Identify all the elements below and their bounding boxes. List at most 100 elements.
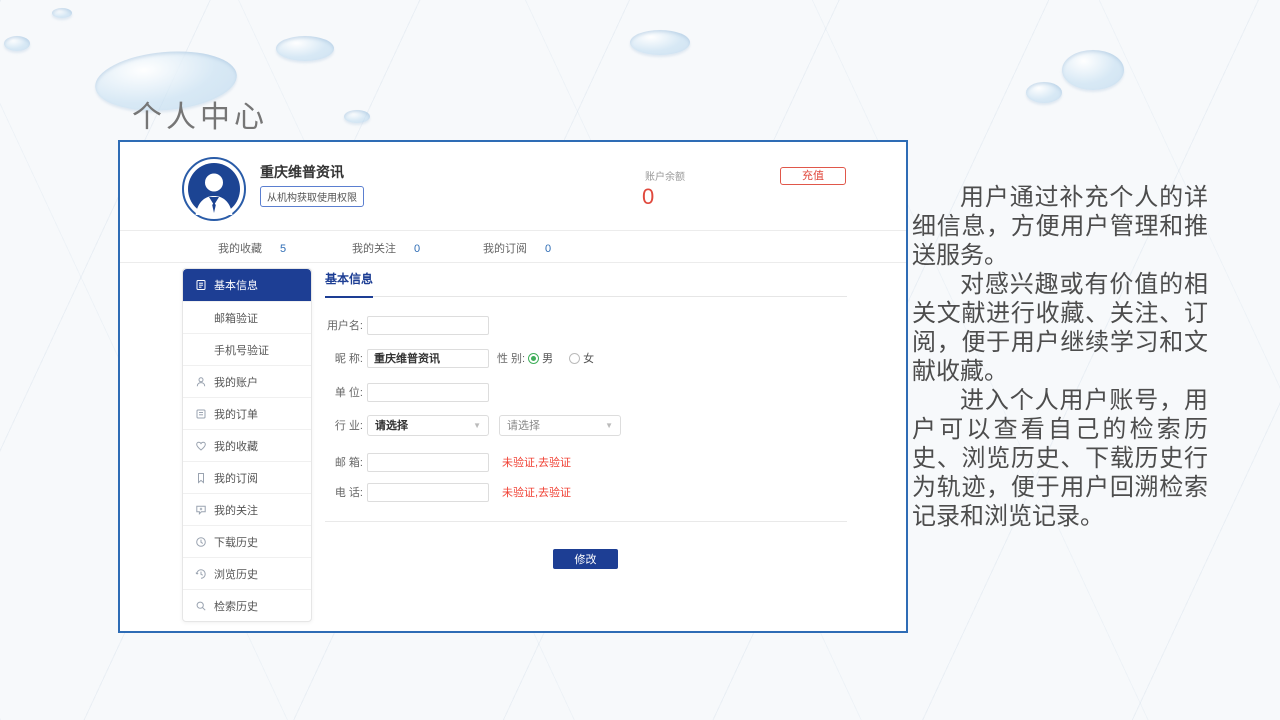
industry-select-1-value: 请选择	[375, 417, 408, 433]
sidebar-item-label: 我的订单	[214, 406, 258, 422]
email-label: 邮 箱:	[325, 454, 363, 470]
watercolor-blob	[4, 36, 30, 51]
description-paragraph: 进入个人用户账号，用户可以查看自己的检索历史、浏览历史、下载历史行为轨迹，便于用…	[912, 386, 1208, 531]
email-input[interactable]	[367, 453, 489, 472]
form-row-unit: 单 位:	[325, 382, 489, 402]
stat-label: 我的关注	[352, 243, 396, 255]
divider	[325, 521, 847, 522]
personal-center-screenshot: 重庆维普资讯 从机构获取使用权限 账户余额 0 充值 我的收藏 5 我的关注 0 我…	[118, 140, 908, 633]
username-label: 用户名:	[325, 317, 363, 333]
phone-label: 电 话:	[325, 484, 363, 500]
document-icon	[195, 279, 207, 291]
stat-label: 我的订阅	[483, 243, 527, 255]
sidebar-item-my-subscriptions[interactable]: 我的订阅	[183, 461, 311, 493]
watercolor-blob	[1026, 82, 1062, 103]
sidebar-item-search-history[interactable]: 检索历史	[183, 589, 311, 621]
search-history-icon	[195, 600, 207, 612]
avatar	[182, 157, 246, 221]
stat-my-follows[interactable]: 我的关注 0	[352, 240, 420, 256]
page-title: 个人中心	[132, 92, 268, 136]
clock-history-icon	[195, 568, 207, 580]
basic-info-panel: 基本信息 用户名: 昵 称: 性 别: 男 女 单 位:	[325, 268, 847, 297]
chevron-down-icon: ▼	[605, 421, 613, 430]
sidebar-item-my-favorites[interactable]: 我的收藏	[183, 429, 311, 461]
stat-value: 0	[414, 243, 420, 255]
gender-male-label: 男	[542, 350, 553, 366]
modify-button[interactable]: 修改	[553, 549, 618, 569]
balance-value: 0	[642, 184, 654, 210]
stat-label: 我的收藏	[218, 243, 262, 255]
sidebar-item-label: 浏览历史	[214, 566, 258, 582]
sidebar-item-phone-verify[interactable]: 手机号验证	[183, 333, 311, 365]
stat-my-subscriptions[interactable]: 我的订阅 0	[483, 240, 551, 256]
stat-value: 0	[545, 243, 551, 255]
username-input[interactable]	[367, 316, 489, 335]
order-icon	[195, 408, 207, 420]
tab-basic-info[interactable]: 基本信息	[325, 270, 373, 298]
watercolor-blob	[1062, 50, 1124, 90]
sidebar-item-my-account[interactable]: 我的账户	[183, 365, 311, 397]
sidebar-item-label: 我的收藏	[214, 438, 258, 454]
industry-select-1[interactable]: 请选择 ▼	[367, 415, 489, 436]
divider	[120, 230, 906, 231]
bookmark-icon	[195, 472, 207, 484]
gender-female-radio[interactable]	[569, 353, 580, 364]
industry-label: 行 业:	[325, 417, 363, 433]
gender-label: 性 别:	[497, 350, 525, 366]
tab-row: 基本信息	[325, 268, 847, 297]
sidebar-item-download-history[interactable]: 下载历史	[183, 525, 311, 557]
slide: 个人中心 重庆维普资讯 从机构获取使用权限 账户余额 0 充值 我的收藏 5 我的…	[0, 0, 1280, 720]
industry-select-2-value: 请选择	[507, 417, 540, 433]
form-row-email: 邮 箱: 未验证,去验证	[325, 452, 571, 472]
sidebar-item-label: 我的账户	[214, 374, 258, 390]
sidebar-item-label: 基本信息	[214, 277, 258, 293]
form-row-industry: 行 业: 请选择 ▼ 请选择 ▼	[325, 415, 621, 435]
profile-name: 重庆维普资讯	[260, 162, 344, 182]
sidebar-item-basic-info[interactable]: 基本信息	[183, 269, 311, 301]
email-unverified-link[interactable]: 未验证,去验证	[502, 454, 571, 470]
stat-my-favorites[interactable]: 我的收藏 5	[218, 240, 286, 256]
nickname-label: 昵 称:	[325, 350, 363, 366]
sidebar-item-label: 手机号验证	[214, 342, 269, 358]
form-row-nickname: 昵 称: 性 别: 男 女	[325, 348, 594, 368]
user-icon	[195, 376, 207, 388]
form-row-username: 用户名:	[325, 315, 489, 335]
chevron-down-icon: ▼	[473, 421, 481, 430]
phone-unverified-link[interactable]: 未验证,去验证	[502, 484, 571, 500]
watercolor-blob	[630, 30, 690, 55]
gender-female-label: 女	[583, 350, 594, 366]
nickname-input[interactable]	[367, 349, 489, 368]
sidebar-item-label: 邮箱验证	[214, 310, 258, 326]
sidebar-item-label: 我的关注	[214, 502, 258, 518]
divider	[120, 262, 906, 263]
get-institution-permission-button[interactable]: 从机构获取使用权限	[260, 186, 364, 207]
sidebar-item-label: 我的订阅	[214, 470, 258, 486]
watercolor-blob	[52, 8, 72, 18]
description-paragraph: 对感兴趣或有价值的相关文献进行收藏、关注、订阅，便于用户继续学习和文献收藏。	[912, 270, 1208, 386]
unit-input[interactable]	[367, 383, 489, 402]
sidebar-item-email-verify[interactable]: 邮箱验证	[183, 301, 311, 333]
sidebar-item-label: 检索历史	[214, 598, 258, 614]
follow-icon	[195, 504, 207, 516]
phone-input[interactable]	[367, 483, 489, 502]
sidebar-item-label: 下载历史	[214, 534, 258, 550]
watercolor-blob	[344, 110, 370, 123]
balance-label: 账户余额	[645, 168, 685, 183]
description-paragraph: 用户通过补充个人的详细信息，方便用户管理和推送服务。	[912, 183, 1208, 270]
sidebar-item-my-follows[interactable]: 我的关注	[183, 493, 311, 525]
gender-male-radio[interactable]	[528, 353, 539, 364]
unit-label: 单 位:	[325, 384, 363, 400]
download-history-icon	[195, 536, 207, 548]
recharge-button[interactable]: 充值	[780, 167, 846, 185]
stat-value: 5	[280, 243, 286, 255]
form-row-phone: 电 话: 未验证,去验证	[325, 482, 571, 502]
user-avatar-icon	[188, 163, 240, 215]
description-text: 用户通过补充个人的详细信息，方便用户管理和推送服务。 对感兴趣或有价值的相关文献…	[912, 183, 1208, 531]
sidebar: 基本信息 邮箱验证 手机号验证 我的账户 我的订单 我的收藏 我	[182, 268, 312, 622]
industry-select-2[interactable]: 请选择 ▼	[499, 415, 621, 436]
heart-icon	[195, 440, 207, 452]
gender-group: 性 别: 男 女	[497, 350, 594, 366]
sidebar-item-browse-history[interactable]: 浏览历史	[183, 557, 311, 589]
sidebar-item-my-orders[interactable]: 我的订单	[183, 397, 311, 429]
watercolor-blob	[276, 36, 334, 61]
